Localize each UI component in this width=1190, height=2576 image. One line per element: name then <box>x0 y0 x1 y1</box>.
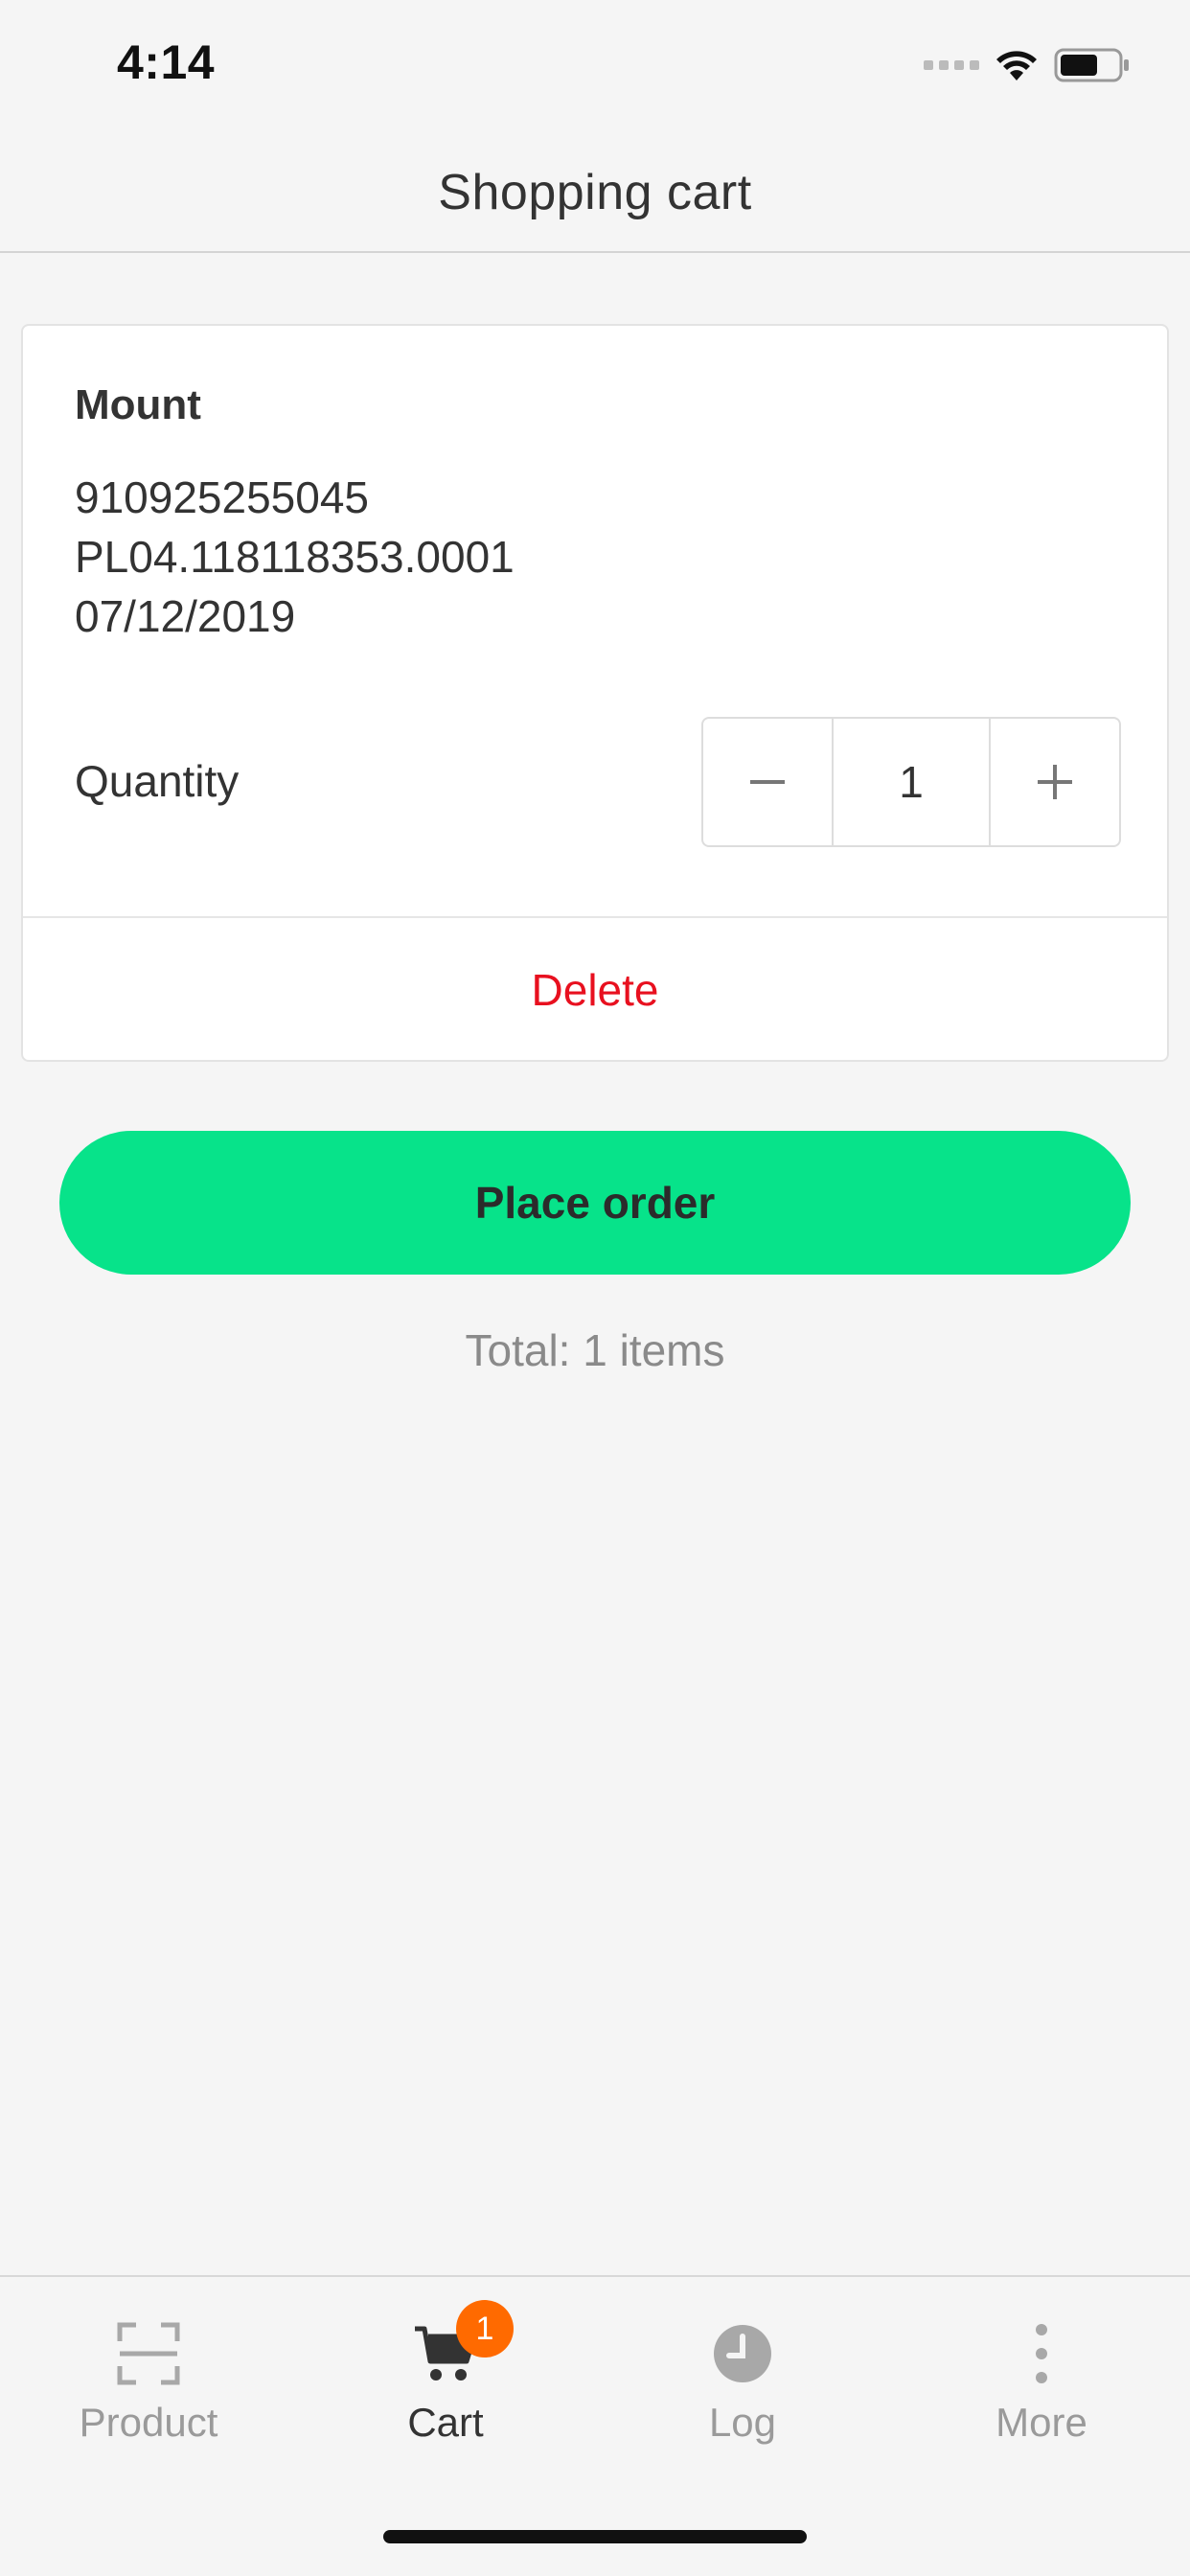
clock-icon <box>704 2315 781 2392</box>
item-details: 910925255045 PL04.118118353.0001 07/12/2… <box>75 468 515 646</box>
item-reference: PL04.118118353.0001 <box>75 532 515 582</box>
increment-button[interactable] <box>991 719 1119 845</box>
minus-icon <box>750 780 785 784</box>
tab-label: Product <box>79 2400 218 2445</box>
item-date: 07/12/2019 <box>75 591 296 641</box>
cart-badge: 1 <box>456 2300 514 2358</box>
tab-label: More <box>995 2400 1087 2445</box>
tab-label: Log <box>708 2400 777 2445</box>
quantity-value[interactable]: 1 <box>832 719 991 845</box>
battery-icon <box>1054 48 1129 82</box>
page-title: Shopping cart <box>438 165 752 220</box>
cart-item-card: Mount 910925255045 PL04.118118353.0001 0… <box>21 324 1169 1062</box>
decrement-button[interactable] <box>703 719 832 845</box>
status-indicators <box>924 46 1131 84</box>
home-indicator <box>383 2530 807 2543</box>
cellular-signal-icon <box>924 60 979 70</box>
total-items-text: Total: 1 items <box>465 1325 725 1375</box>
place-order-button[interactable]: Place order <box>59 1131 1131 1275</box>
tab-more[interactable]: More <box>893 2277 1190 2459</box>
item-number: 910925255045 <box>75 472 369 522</box>
nav-bar: Shopping cart <box>0 134 1190 253</box>
quantity-label: Quantity <box>75 756 240 806</box>
tab-log[interactable]: Log <box>594 2277 891 2459</box>
scan-icon <box>110 2315 187 2392</box>
more-vertical-icon <box>1003 2315 1080 2392</box>
tab-label: Cart <box>407 2400 484 2445</box>
quantity-stepper: 1 <box>701 717 1121 847</box>
wifi-icon <box>996 51 1037 80</box>
status-bar: 4:14 <box>0 0 1190 134</box>
item-name: Mount <box>75 381 201 428</box>
tab-product[interactable]: Product <box>0 2277 297 2459</box>
delete-button[interactable]: Delete <box>23 918 1167 1062</box>
plus-icon <box>1038 765 1072 799</box>
status-time: 4:14 <box>117 35 216 89</box>
tab-cart[interactable]: 1 Cart <box>297 2277 594 2459</box>
